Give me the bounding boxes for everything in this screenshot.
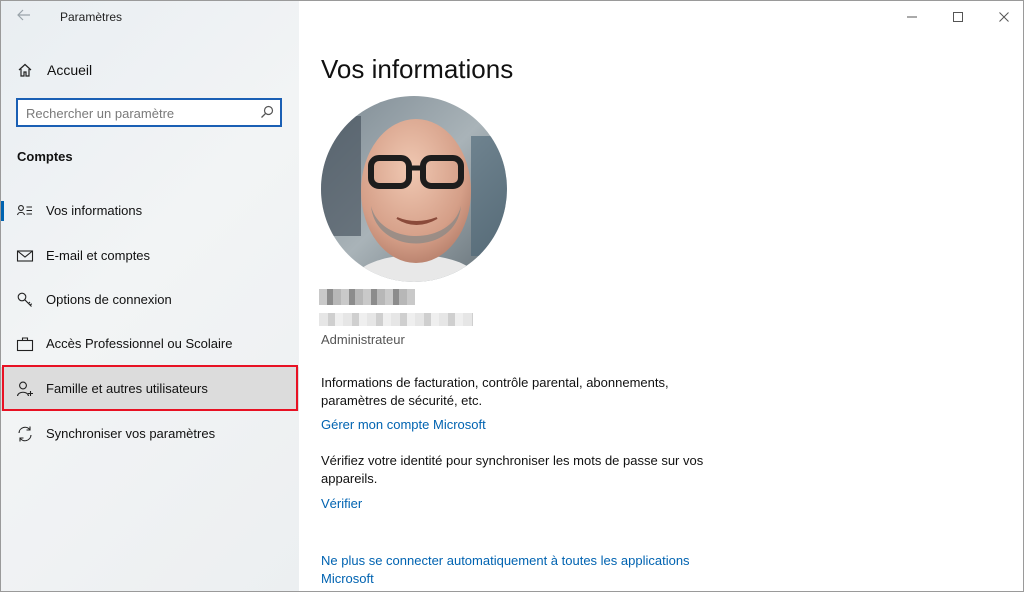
minimize-button[interactable] — [889, 1, 935, 33]
verify-link[interactable]: Vérifier — [321, 495, 362, 513]
billing-info-text: Informations de facturation, contrôle pa… — [321, 375, 669, 408]
sidebar-item-label: E-mail et comptes — [46, 248, 151, 263]
home-icon — [18, 63, 32, 77]
home-label: Accueil — [47, 62, 93, 78]
blurred-username — [319, 289, 415, 305]
sidebar-item-options-connexion[interactable]: Options de connexion — [1, 278, 299, 322]
sidebar-item-synchroniser[interactable]: Synchroniser vos paramètres — [1, 412, 299, 456]
sidebar: Paramètres Accueil Comptes Vos informati… — [1, 1, 299, 591]
search-box[interactable] — [16, 98, 282, 127]
title-bar: Paramètres — [1, 1, 299, 33]
mail-icon — [16, 250, 34, 262]
search-input[interactable] — [26, 104, 251, 122]
page-title: Vos informations — [321, 54, 514, 84]
close-button[interactable] — [981, 1, 1023, 33]
search-icon[interactable] — [260, 105, 274, 119]
close-icon — [999, 12, 1009, 22]
maximize-icon — [953, 12, 963, 22]
settings-window: Paramètres Accueil Comptes Vos informati… — [0, 0, 1024, 592]
stop-auto-signin-link[interactable]: Ne plus se connecter automatiquement à t… — [321, 552, 711, 588]
sync-icon — [18, 426, 32, 442]
verify-identity-text: Vérifiez votre identité pour synchronise… — [321, 453, 704, 486]
manage-account-link[interactable]: Gérer mon compte Microsoft — [321, 416, 486, 434]
profile-photo — [321, 96, 507, 282]
sidebar-item-label: Accès Professionnel ou Scolaire — [46, 336, 233, 351]
sidebar-item-email-comptes[interactable]: E-mail et comptes — [1, 234, 299, 278]
main-content: Vos informations Administrateur Informat… — [299, 1, 1023, 591]
person-add-icon — [16, 381, 33, 397]
sidebar-item-vos-informations[interactable]: Vos informations — [1, 189, 299, 233]
minimize-icon — [907, 16, 917, 18]
sidebar-item-label: Vos informations — [46, 203, 143, 218]
account-role: Administrateur — [321, 332, 405, 347]
blurred-email — [319, 313, 473, 326]
section-title: Comptes — [17, 149, 73, 164]
sidebar-item-famille-utilisateurs[interactable]: Famille et autres utilisateurs — [1, 367, 299, 411]
back-arrow-icon — [17, 9, 30, 21]
avatar — [321, 96, 507, 282]
key-icon — [17, 292, 33, 307]
briefcase-icon — [16, 337, 34, 352]
sidebar-item-acces-professionnel[interactable]: Accès Professionnel ou Scolaire — [1, 322, 299, 366]
sidebar-item-label: Famille et autres utilisateurs — [46, 381, 208, 396]
maximize-button[interactable] — [935, 1, 981, 33]
sidebar-item-label: Synchroniser vos paramètres — [46, 426, 216, 441]
back-button[interactable] — [13, 7, 35, 27]
sidebar-item-label: Options de connexion — [46, 292, 172, 307]
home-nav-item[interactable]: Accueil — [1, 57, 299, 85]
person-card-icon — [16, 205, 32, 216]
app-title: Paramètres — [60, 10, 123, 24]
